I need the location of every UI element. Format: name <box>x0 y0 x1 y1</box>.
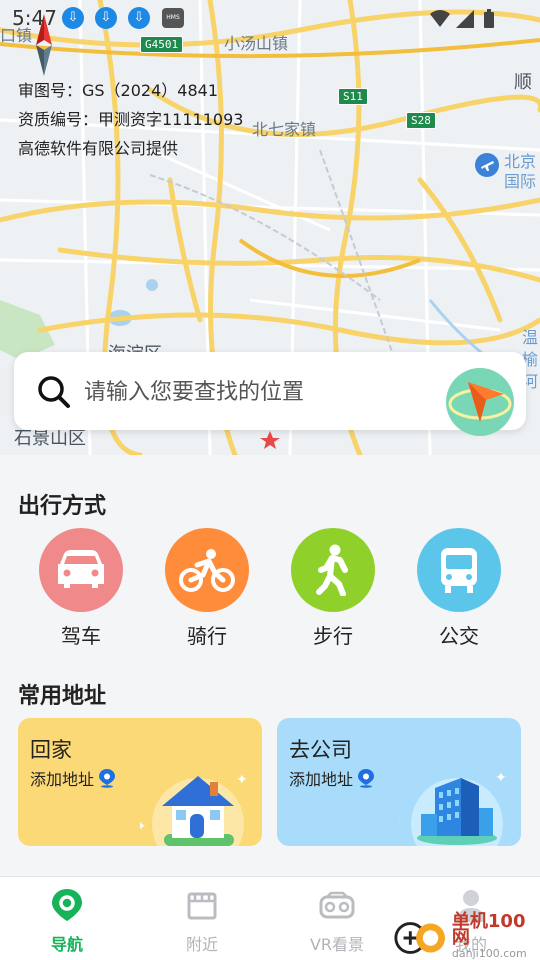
download-icon: ⇩ <box>95 7 117 29</box>
travel-mode-drive[interactable]: 驾车 <box>38 528 124 649</box>
map-label-wenyu-1: 温 <box>522 328 539 347</box>
addresses-section-title: 常用地址 <box>18 684 107 709</box>
svg-text:✦: ✦ <box>399 815 401 829</box>
walk-label: 步行 <box>313 624 353 648</box>
map-label-beiqijia: 北七家镇 <box>252 120 317 139</box>
drive-label: 驾车 <box>61 624 101 648</box>
wifi-icon <box>430 10 450 27</box>
highway-shield-s28: S28 <box>406 112 436 129</box>
nav-tab-nearby[interactable]: 附近 <box>157 887 247 955</box>
bus-label: 公交 <box>439 624 479 648</box>
svg-text:✦: ✦ <box>236 772 248 788</box>
company-address-card[interactable]: 去公司 添加地址 ✦ ✦ <box>277 718 521 846</box>
office-building-illustration: ✦ ✦ <box>399 770 507 846</box>
system-status-icons <box>430 9 494 28</box>
car-icon <box>58 550 104 588</box>
navigation-pin-icon <box>52 889 82 921</box>
highway-shield-g4501: G4501 <box>140 36 184 53</box>
qualification-number: 资质编号：甲测资字11111093 <box>18 110 244 129</box>
bike-circle[interactable] <box>165 528 249 612</box>
svg-text:✦: ✦ <box>495 770 507 786</box>
location-pin-icon <box>99 769 116 788</box>
map-provider: 高德软件有限公司提供 <box>18 139 179 158</box>
status-bar: 5:47 ⇩ ⇩ ⇩ HMS <box>0 0 540 36</box>
home-address-card[interactable]: 回家 添加地址 ✦ ✦ <box>18 718 262 846</box>
nav-tab-navigation-label: 导航 <box>50 935 83 954</box>
airport-icon <box>475 153 499 177</box>
map-approval-info: 审图号：GS（2024）4841 资质编号：甲测资字11111093 高德软件有… <box>18 76 243 163</box>
download-icon: ⇩ <box>62 7 84 29</box>
search-icon[interactable] <box>36 374 72 410</box>
hms-icon: HMS <box>162 8 184 28</box>
site-watermark: 单机100网 danji100.com <box>392 911 540 960</box>
company-title: 去公司 <box>289 738 352 762</box>
svg-text:✦: ✦ <box>140 819 146 833</box>
status-time: 5:47 <box>12 6 57 30</box>
search-input[interactable] <box>84 376 424 408</box>
nav-tab-vr[interactable]: VR看景 <box>292 887 382 955</box>
map-label-shun: 顺 <box>514 72 532 93</box>
bus-icon <box>441 548 477 593</box>
nav-tab-navigation[interactable]: 导航 <box>22 887 112 955</box>
company-add-address-label: 添加地址 <box>289 770 354 789</box>
home-add-address-label: 添加地址 <box>30 770 95 789</box>
travel-section-title: 出行方式 <box>18 494 107 519</box>
watermark-logo-icon <box>394 922 445 954</box>
highway-shield-s11: S11 <box>338 88 368 105</box>
house-illustration: ✦ ✦ <box>140 772 248 846</box>
walk-circle[interactable] <box>291 528 375 612</box>
location-pin-icon <box>358 769 375 788</box>
drive-circle[interactable] <box>39 528 123 612</box>
watermark-line1: 单机100网 <box>451 911 526 948</box>
watermark-line2: danji100.com <box>451 947 527 960</box>
bike-label: 骑行 <box>187 624 227 648</box>
company-add-address[interactable]: 添加地址 <box>289 766 376 790</box>
navigation-logo-icon[interactable] <box>440 366 518 436</box>
signal-icon <box>456 10 474 28</box>
battery-icon <box>484 12 494 28</box>
travel-mode-walk[interactable]: 步行 <box>290 528 376 649</box>
map-label-beijing-airport-2: 国际 <box>504 172 537 191</box>
download-icon: ⇩ <box>128 7 150 29</box>
bus-circle[interactable] <box>417 528 501 612</box>
bike-icon <box>179 549 235 592</box>
travel-mode-bus[interactable]: 公交 <box>416 528 502 649</box>
search-bar[interactable] <box>14 352 526 436</box>
home-title: 回家 <box>30 738 72 762</box>
nav-tab-nearby-label: 附近 <box>185 935 218 954</box>
nearby-shop-icon <box>187 892 217 920</box>
walk-icon <box>316 544 348 596</box>
nav-tab-vr-label: VR看景 <box>309 935 365 954</box>
home-add-address[interactable]: 添加地址 <box>30 766 117 790</box>
approval-number: 审图号：GS（2024）4841 <box>18 81 218 100</box>
vr-headset-icon <box>319 891 355 919</box>
travel-mode-bike[interactable]: 骑行 <box>164 528 250 649</box>
